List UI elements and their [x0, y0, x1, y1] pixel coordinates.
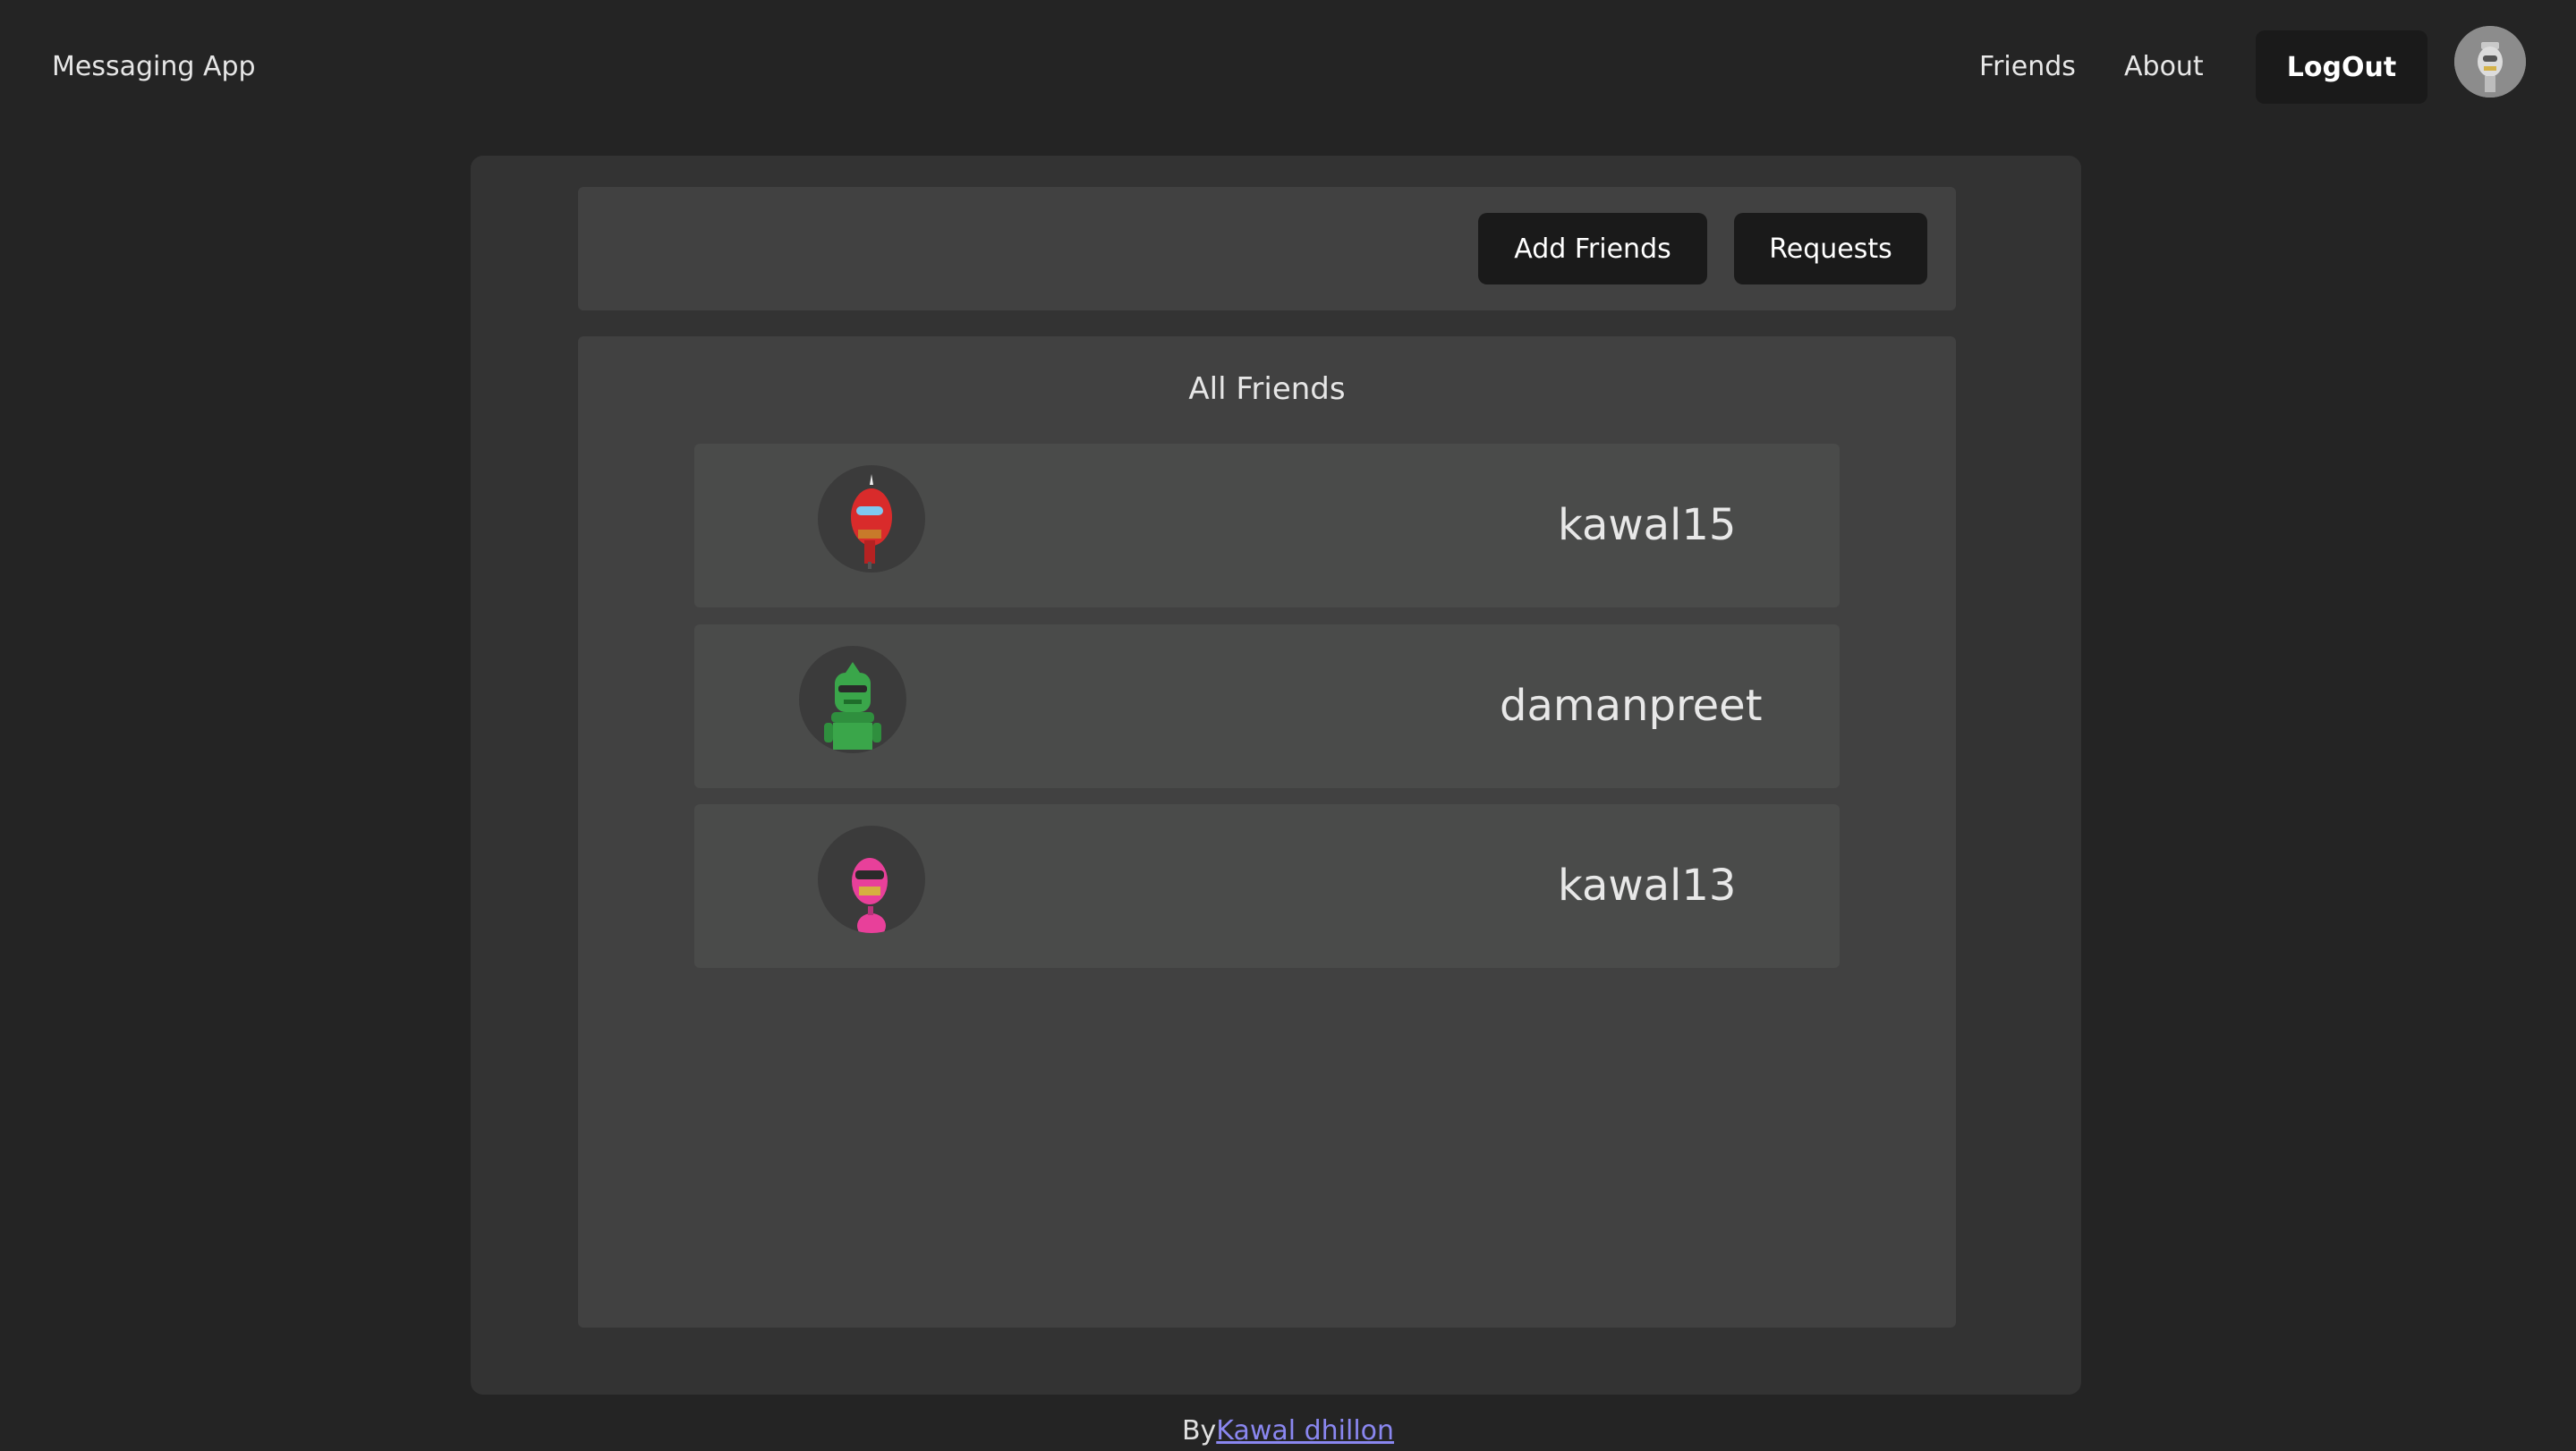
friend-row[interactable]: kawal13	[694, 804, 1840, 968]
friend-username: damanpreet	[1500, 681, 1763, 731]
friends-toolbar: Add Friends Requests	[578, 187, 1956, 310]
friends-list-panel: All Friends kawal15 damanpreet kawal13	[578, 336, 1956, 1328]
author-link[interactable]: Kawal dhillon	[1216, 1415, 1394, 1447]
friend-avatar	[818, 826, 925, 933]
friend-avatar	[818, 465, 925, 573]
friend-username: kawal15	[1558, 500, 1737, 550]
add-friends-button[interactable]: Add Friends	[1478, 213, 1707, 284]
footer-prefix: By	[1181, 1415, 1217, 1447]
friend-row[interactable]: damanpreet	[694, 624, 1840, 788]
friend-avatar	[799, 646, 906, 753]
red-robot-avatar-icon	[851, 474, 892, 569]
logout-button[interactable]: LogOut	[2256, 30, 2427, 104]
main-panel: Add Friends Requests All Friends kawal15	[471, 156, 2081, 1395]
friend-row[interactable]: kawal15	[694, 444, 1840, 607]
app-brand[interactable]: Messaging App	[52, 47, 256, 88]
friend-username: kawal13	[1558, 861, 1737, 911]
nav-friends-link[interactable]: Friends	[1979, 47, 2076, 88]
footer: ByKawal dhillon	[0, 1412, 2576, 1451]
user-avatar[interactable]	[2454, 26, 2526, 98]
friends-list-title: All Friends	[1188, 371, 1346, 407]
grey-robot-avatar-icon	[2454, 26, 2526, 98]
requests-button[interactable]: Requests	[1734, 213, 1927, 284]
nav-about-link[interactable]: About	[2124, 47, 2204, 88]
pink-robot-avatar-icon	[852, 858, 888, 933]
green-robot-avatar-icon	[824, 662, 881, 750]
